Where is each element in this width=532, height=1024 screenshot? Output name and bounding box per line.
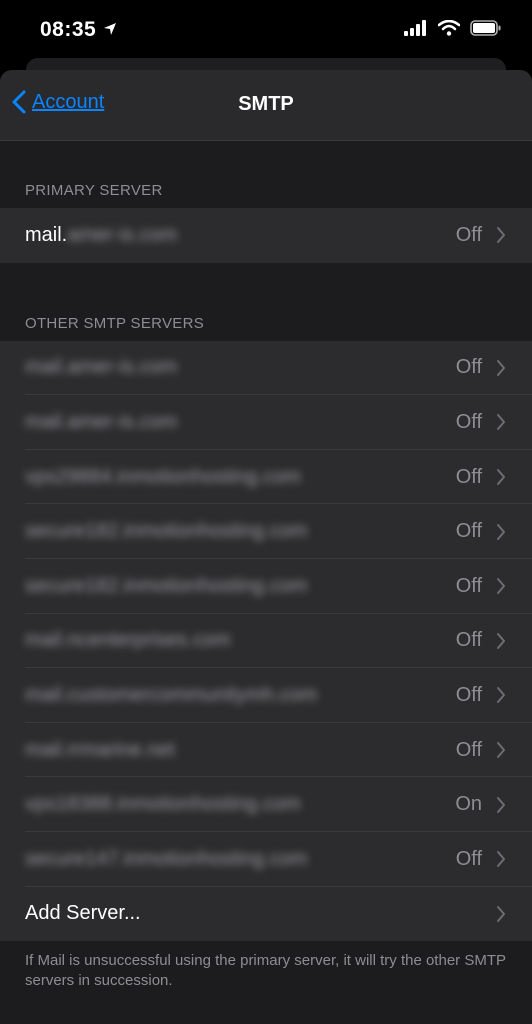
- chevron-right-icon: [497, 687, 505, 704]
- chevron-right-icon: [497, 469, 505, 486]
- smtp-server-status: Off: [455, 465, 482, 488]
- status-bar: 08:35: [0, 0, 532, 62]
- smtp-server-status: Off: [455, 356, 482, 379]
- add-server-row[interactable]: Add Server...: [0, 886, 532, 942]
- smtp-server-status: Off: [455, 847, 482, 870]
- chevron-right-icon: [497, 796, 505, 813]
- smtp-server-host: mail.rrmarine.net: [25, 738, 176, 761]
- chevron-right-icon: [497, 742, 505, 759]
- primary-server-group: mail.amer-is.com Off: [0, 208, 532, 263]
- smtp-server-row[interactable]: vps18388.inmotionhosting.com On: [0, 777, 532, 832]
- smtp-server-host: mail.customercommunitymh.com: [25, 683, 318, 706]
- smtp-server-row[interactable]: mail.amer-is.com Off: [0, 340, 532, 396]
- status-time: 08:35: [40, 18, 97, 41]
- smtp-server-row[interactable]: mail.rrmarine.net Off: [0, 722, 532, 778]
- add-server-label: Add Server...: [25, 902, 141, 925]
- smtp-server-status: Off: [455, 574, 482, 597]
- primary-server-host: amer-is.com: [67, 223, 178, 246]
- smtp-server-row[interactable]: vps29884.inmotionhosting.com Off: [0, 449, 532, 505]
- smtp-server-row[interactable]: secure182.inmotionhosting.com Off: [0, 558, 532, 614]
- primary-server-status: Off: [455, 223, 482, 246]
- smtp-server-host: vps29884.inmotionhosting.com: [25, 465, 301, 488]
- chevron-right-icon: [497, 905, 505, 922]
- smtp-server-row[interactable]: secure147.inmotionhosting.com Off: [0, 831, 532, 887]
- location-arrow-icon: [104, 23, 116, 35]
- smtp-server-row[interactable]: mail.amer-is.com Off: [0, 395, 532, 450]
- smtp-server-host: secure147.inmotionhosting.com: [25, 847, 308, 870]
- other-servers-group: mail.amer-is.com Off mail.amer-is.com Off vp…: [0, 340, 532, 942]
- chevron-right-icon: [497, 632, 505, 649]
- other-servers-header: OTHER SMTP SERVERS: [25, 314, 205, 332]
- battery-icon: [470, 20, 501, 36]
- chevron-right-icon: [497, 414, 505, 431]
- smtp-server-status: Off: [455, 683, 482, 706]
- smtp-server-status: On: [455, 793, 482, 816]
- smtp-server-status: Off: [455, 520, 482, 543]
- page-title: SMTP: [238, 93, 294, 115]
- smtp-server-row[interactable]: mail.customercommunitymh.com Off: [0, 668, 532, 723]
- smtp-server-host: vps18388.inmotionhosting.com: [25, 793, 301, 816]
- chevron-right-icon: [497, 523, 505, 540]
- smtp-server-host: mail.amer-is.com: [25, 356, 178, 379]
- chevron-right-icon: [497, 578, 505, 595]
- primary-server-header: PRIMARY SERVER: [25, 182, 163, 199]
- smtp-server-host: secure182.inmotionhosting.com: [25, 574, 308, 597]
- chevron-right-icon: [497, 851, 505, 868]
- primary-server-row[interactable]: mail.amer-is.com Off: [0, 208, 532, 263]
- navigation-bar: Account SMTP: [0, 70, 532, 141]
- footer-note: If Mail is unsuccessful using the primar…: [25, 952, 506, 990]
- smtp-server-status: Off: [455, 738, 482, 761]
- wifi-icon: [438, 20, 460, 36]
- smtp-server-host: mail.ncenterprises.com: [25, 629, 231, 652]
- chevron-right-icon: [497, 359, 505, 376]
- primary-server-prefix: mail.: [25, 223, 68, 246]
- smtp-server-row[interactable]: secure182.inmotionhosting.com Off: [0, 504, 532, 559]
- cellular-signal-icon: [404, 20, 426, 36]
- smtp-server-row[interactable]: mail.ncenterprises.com Off: [0, 613, 532, 669]
- smtp-server-host: secure182.inmotionhosting.com: [25, 520, 308, 543]
- smtp-server-status: Off: [455, 410, 482, 433]
- chevron-right-icon: [497, 227, 505, 244]
- smtp-server-status: Off: [455, 629, 482, 652]
- smtp-sheet: Account SMTP PRIMARY SERVER mail.amer-is…: [0, 70, 532, 1024]
- smtp-server-host: mail.amer-is.com: [25, 410, 178, 433]
